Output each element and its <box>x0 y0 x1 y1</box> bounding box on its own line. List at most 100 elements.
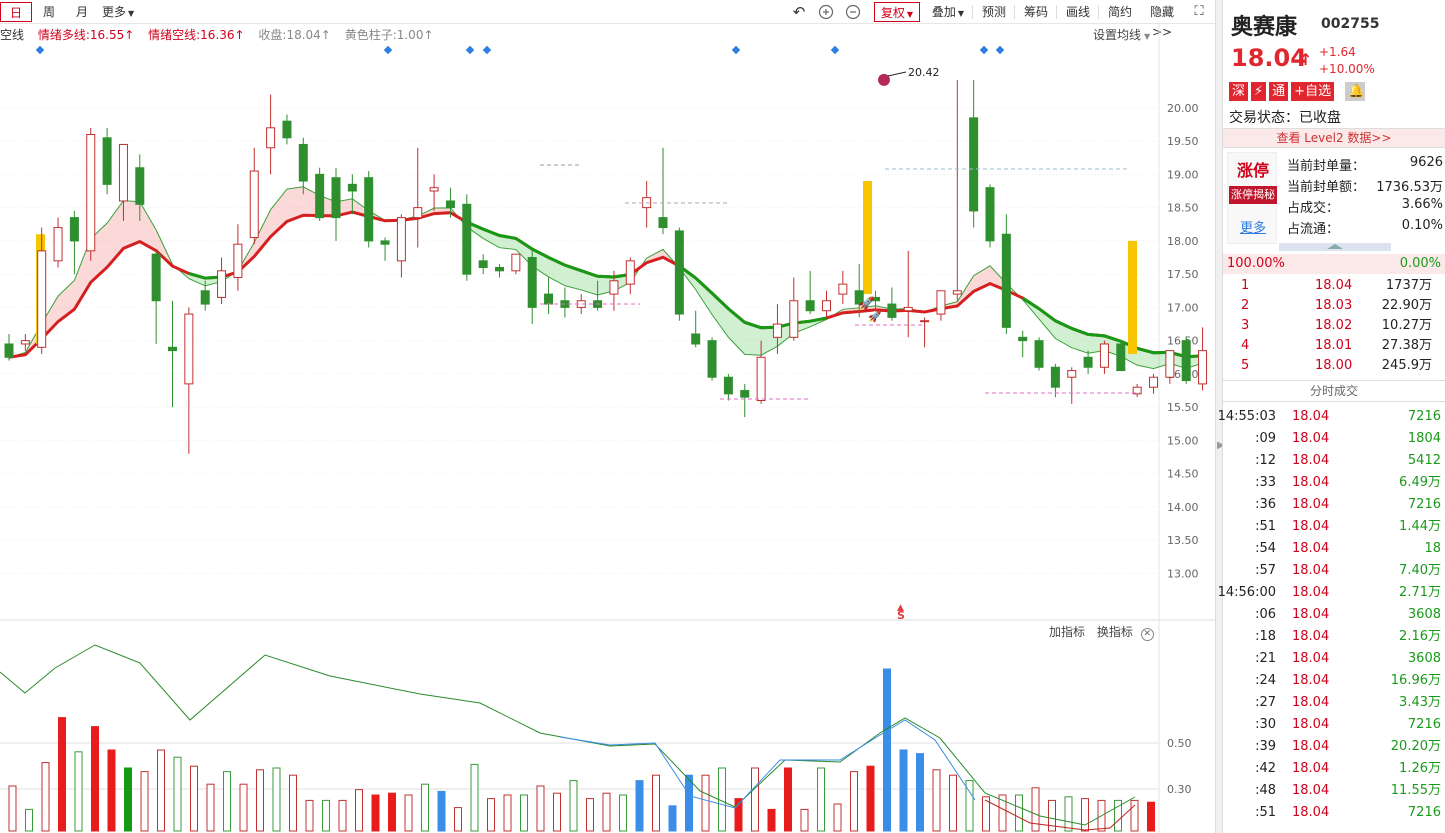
candle-down <box>200 290 210 305</box>
y-axis-label: 19.50 <box>1167 135 1199 148</box>
ticks-title: 分时成交 <box>1223 380 1445 402</box>
sub-indicator-bar <box>157 749 165 832</box>
candle-down <box>168 346 177 352</box>
quote-panel: 奥赛康 002755 18.04 ↑ +1.64 +10.00% 深 ⚡ 通 +自选 🔔… <box>1218 0 1445 833</box>
stock-badges: 深 ⚡ 通 +自选 🔔 <box>1229 82 1368 102</box>
limit-row-value: 0.10% <box>1401 218 1443 233</box>
fuquan-dropdown[interactable]: 复权 ▼ <box>874 2 920 22</box>
yellow-signal-bar <box>1128 240 1137 354</box>
undo-icon[interactable]: ↶ <box>790 2 808 22</box>
sub-indicator-bar <box>25 808 33 832</box>
candle-up <box>822 300 831 312</box>
candle-down <box>347 183 357 192</box>
tick-time: :33 <box>1255 475 1276 490</box>
add-watchlist-button[interactable]: +自选 <box>1291 82 1335 101</box>
limit-row: 当前封单量： 9626 <box>1287 155 1443 175</box>
lightning-icon[interactable]: ⚡ <box>1251 82 1267 101</box>
price-change: +1.64 <box>1319 45 1356 59</box>
level2-link[interactable]: 查看 Level2 数据>> <box>1223 128 1445 148</box>
tick-price: 18.04 <box>1292 717 1330 732</box>
order-level: 2 <box>1241 298 1250 313</box>
tick-time: :30 <box>1255 717 1276 732</box>
rocket-icon: 🚀 <box>868 310 882 323</box>
candle-down <box>1181 340 1191 382</box>
sub-indicator-bar <box>916 753 924 832</box>
tick-price: 18.04 <box>1292 651 1330 666</box>
sub-indicator-bar <box>668 805 677 832</box>
up-arrow-icon: ↑ <box>1299 50 1313 69</box>
sub-indicator-bar <box>701 774 710 832</box>
shenzhen-badge[interactable]: 深 <box>1229 82 1249 101</box>
order-volume: 245.9万 <box>1381 358 1432 373</box>
candle-up <box>920 320 930 323</box>
connect-badge[interactable]: 通 <box>1269 82 1289 101</box>
oscillator-red-line <box>984 799 1136 831</box>
y-axis-label: 20.00 <box>1167 102 1199 115</box>
order-level: 5 <box>1241 358 1250 373</box>
sub-indicator-bar <box>355 789 363 832</box>
order-volume: 27.38万 <box>1381 338 1432 353</box>
tick-price: 18.04 <box>1292 673 1330 688</box>
high-price-label: 20.42 <box>908 66 940 79</box>
sub-indicator-bar <box>1064 796 1073 832</box>
tick-time: 14:55:03 <box>1217 409 1276 424</box>
sub-indicator-bar <box>239 783 248 832</box>
candle-down <box>723 376 733 395</box>
tab-day[interactable]: 日 <box>0 2 32 22</box>
y-axis-label: 13.50 <box>1167 534 1199 547</box>
candle-down <box>1034 340 1044 368</box>
tab-month[interactable]: 月 <box>68 2 96 22</box>
tick-time: :48 <box>1255 783 1276 798</box>
sub-indicator-bar <box>817 767 825 832</box>
candle-down <box>658 217 668 229</box>
sub-indicator-bar <box>833 803 842 832</box>
candle-up <box>903 306 913 312</box>
tick-price: 18.04 <box>1292 453 1330 468</box>
limit-up-more-link[interactable]: 更多 <box>1228 217 1278 236</box>
tick-time: :51 <box>1255 805 1276 820</box>
more-dropdown[interactable]: 更多 ▼ <box>102 2 148 22</box>
tick-time: :18 <box>1255 629 1276 644</box>
limit-row: 占成交： 3.66% <box>1287 197 1443 217</box>
sub-indicator-bar <box>206 783 215 832</box>
add-indicator-button[interactable]: 加指标 <box>1049 625 1085 639</box>
kline-chart[interactable]: 20.0019.5019.0018.5018.0017.5017.0016.50… <box>0 24 1215 833</box>
tab-week[interactable]: 周 <box>35 2 63 22</box>
tick-price: 18.04 <box>1292 739 1330 754</box>
signal-diamond-marker <box>995 45 1005 55</box>
forecast-button[interactable]: 预测 <box>978 2 1010 22</box>
sub-indicator-bar <box>91 726 99 832</box>
order-book-row: 5 18.00 245.9万 <box>1223 356 1445 376</box>
collapse-handle[interactable] <box>1279 243 1391 251</box>
tick-row: :36 18.04 7216 <box>1223 494 1445 516</box>
chips-button[interactable]: 筹码 <box>1020 2 1052 22</box>
tick-row: 14:55:03 18.04 7216 <box>1218 406 1445 428</box>
order-book-row: 1 18.04 1737万 <box>1223 276 1445 296</box>
limit-up-reveal-button[interactable]: 涨停揭秘 <box>1229 186 1277 204</box>
order-price: 18.00 <box>1315 358 1353 373</box>
overlay-dropdown[interactable]: 叠加 ▼ <box>927 2 969 22</box>
zoom-out-icon[interactable] <box>843 2 863 22</box>
sub-indicator-bar <box>866 765 875 832</box>
sub-indicator-bar <box>305 799 314 832</box>
sub-indicator-bar <box>322 799 330 832</box>
close-icon[interactable]: ✕ <box>1140 628 1154 641</box>
stock-name: 奥赛康 <box>1231 15 1298 40</box>
tick-row: :51 18.04 7216 <box>1223 802 1445 824</box>
sub-indicator-bar <box>223 771 231 832</box>
fuquan-label: 复权 <box>880 6 905 20</box>
hide-button[interactable]: 隐藏>> <box>1140 2 1184 39</box>
order-volume: 22.90万 <box>1381 298 1432 313</box>
fullscreen-icon[interactable]: ⛶ <box>1190 2 1208 22</box>
simple-mode-button[interactable]: 简约 <box>1104 2 1136 22</box>
candle-up <box>1067 370 1077 378</box>
tick-volume: 7216 <box>1407 409 1441 424</box>
tick-time: :39 <box>1255 739 1276 754</box>
zoom-in-icon[interactable] <box>816 2 836 22</box>
tick-time: 14:56:00 <box>1217 585 1276 600</box>
draw-line-button[interactable]: 画线 <box>1062 2 1094 22</box>
switch-indicator-button[interactable]: 换指标 <box>1097 625 1133 639</box>
candle-down <box>4 343 14 358</box>
bell-icon[interactable]: 🔔 <box>1345 82 1366 101</box>
sub-indicator-bar <box>404 794 413 832</box>
